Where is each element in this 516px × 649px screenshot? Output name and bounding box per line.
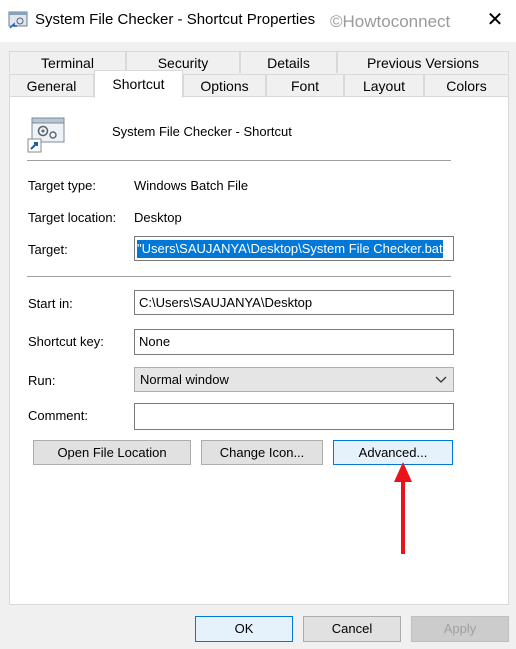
- target-type-label: Target type:: [28, 178, 96, 193]
- target-type-value: Windows Batch File: [134, 178, 249, 193]
- shortcut-key-field[interactable]: None: [134, 329, 454, 355]
- window-title: System File Checker - Shortcut Propertie…: [35, 11, 316, 28]
- cancel-button[interactable]: Cancel: [303, 616, 401, 642]
- target-field[interactable]: Users\SAUJANYA\Desktop\System File Check…: [134, 236, 454, 261]
- apply-button[interactable]: Apply: [411, 616, 509, 642]
- run-select[interactable]: Normal window: [134, 367, 454, 392]
- batch-file-icon: [27, 117, 65, 153]
- chevron-down-icon: [435, 368, 447, 399]
- separator: [27, 160, 451, 161]
- tab-general[interactable]: General: [9, 74, 94, 96]
- comment-field[interactable]: [134, 403, 454, 430]
- separator: [27, 276, 451, 277]
- tab-layout[interactable]: Layout: [344, 74, 424, 96]
- tab-font[interactable]: Font: [266, 74, 344, 96]
- change-icon-button[interactable]: Change Icon...: [201, 440, 323, 465]
- target-location-value: Desktop: [134, 210, 182, 225]
- close-button[interactable]: ✕: [478, 4, 512, 36]
- run-label: Run:: [28, 373, 56, 388]
- title-bar: System File Checker - Shortcut Propertie…: [0, 0, 516, 42]
- tab-details[interactable]: Details: [240, 51, 337, 73]
- shortcut-name: System File Checker - Shortcut: [112, 124, 292, 139]
- open-file-location-button[interactable]: Open File Location: [33, 440, 191, 465]
- tab-colors[interactable]: Colors: [424, 74, 509, 96]
- target-selected-text: Users\SAUJANYA\Desktop\System File Check…: [137, 240, 443, 258]
- tab-shortcut[interactable]: Shortcut: [94, 70, 183, 98]
- target-label: Target:: [28, 242, 68, 257]
- shortcut-key-label: Shortcut key:: [28, 334, 104, 349]
- start-in-label: Start in:: [28, 296, 73, 311]
- ok-button[interactable]: OK: [195, 616, 293, 642]
- annotation-arrow: [394, 462, 412, 554]
- tab-options[interactable]: Options: [183, 74, 266, 96]
- comment-label: Comment:: [28, 408, 88, 423]
- watermark: ©Howtoconnect: [330, 12, 451, 31]
- start-in-field[interactable]: C:\Users\SAUJANYA\Desktop: [134, 290, 454, 315]
- target-location-label: Target location:: [28, 210, 117, 225]
- run-selected-value: Normal window: [140, 372, 229, 387]
- shortcut-properties-icon: [8, 11, 28, 29]
- tab-previous-versions[interactable]: Previous Versions: [337, 51, 509, 73]
